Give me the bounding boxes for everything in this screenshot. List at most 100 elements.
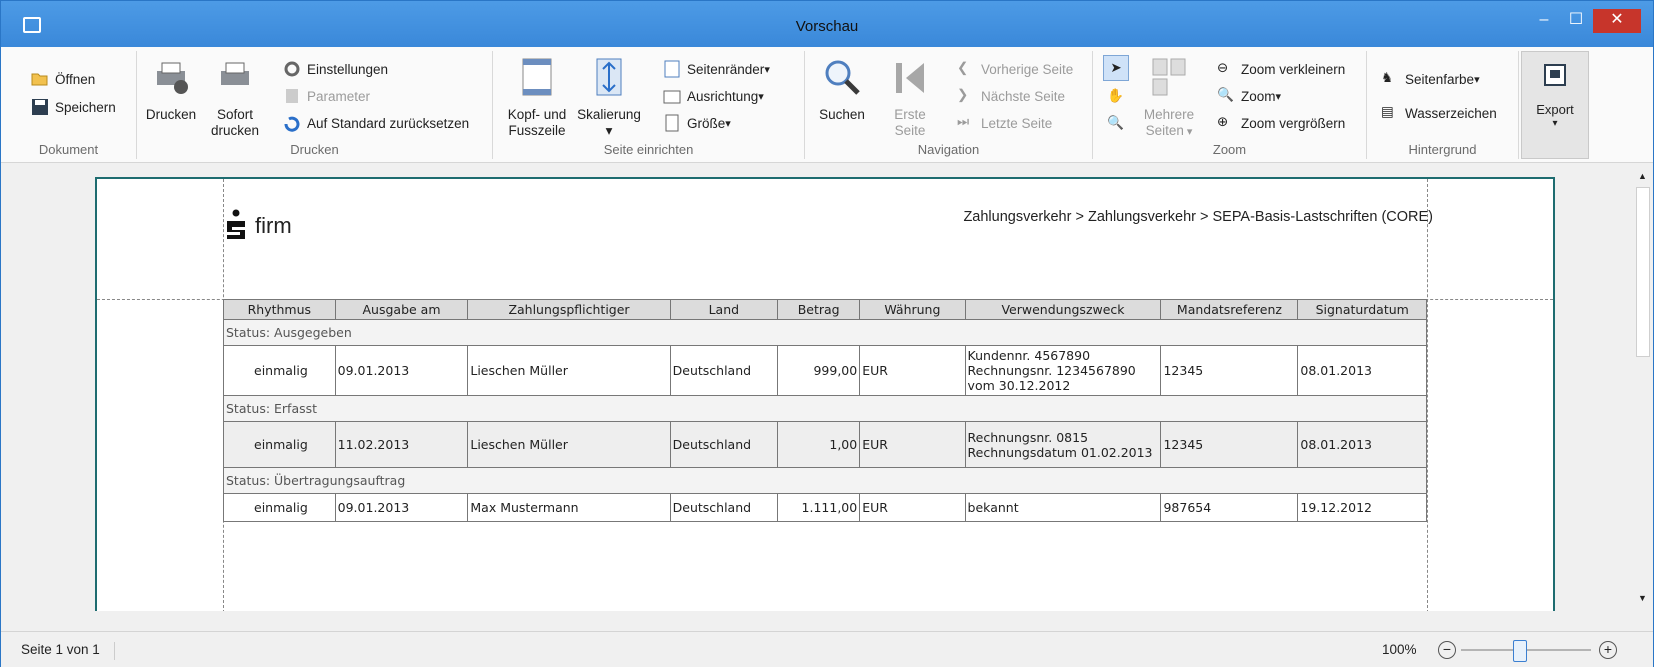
table-row: einmalig 11.02.2013 Lieschen Müller Deutsch… xyxy=(223,421,1427,468)
preview-area[interactable]: firm Zahlungsverkehr > Zahlungsverkehr >… xyxy=(1,163,1633,613)
zoom-slider-thumb[interactable] xyxy=(1512,640,1527,662)
size-dropdown[interactable]: Größe xyxy=(663,111,731,135)
zoom-level: 100% xyxy=(1382,642,1417,657)
print-now-button[interactable]: Sofort drucken xyxy=(207,57,263,139)
scroll-up-icon[interactable]: ▲ xyxy=(1638,171,1647,181)
ribbon: Öffnen Speichern Dokument Drucken Sofort… xyxy=(1,47,1653,163)
previous-page-button[interactable]: ❮ Vorherige Seite xyxy=(957,57,1073,81)
watermark-icon: ▤ xyxy=(1381,104,1394,119)
table-cell: 09.01.2013 xyxy=(334,493,469,522)
scaling-button[interactable]: Skalierung ▾ xyxy=(573,57,645,139)
close-button[interactable]: ✕ xyxy=(1593,9,1641,33)
chevron-left-icon: ❮ xyxy=(957,60,969,75)
multiple-pages-button[interactable]: Mehrere Seiten xyxy=(1139,57,1199,140)
zoom-icon: 🔍 xyxy=(1217,87,1234,102)
export-label: Export xyxy=(1536,102,1574,117)
first-page-icon xyxy=(896,63,924,93)
column-header: Verwendungszweck xyxy=(964,299,1162,320)
scroll-thumb[interactable] xyxy=(1636,187,1650,357)
minimize-button[interactable]: – xyxy=(1529,9,1559,33)
first-page-button[interactable]: Erste Seite xyxy=(885,57,935,139)
page-color-dropdown[interactable]: ♞ Seitenfarbe xyxy=(1381,67,1480,91)
next-page-label: Nächste Seite xyxy=(981,88,1066,104)
orientation-dropdown[interactable]: Ausrichtung xyxy=(663,84,764,108)
watermark-button[interactable]: ▤ Wasserzeichen xyxy=(1381,101,1497,125)
maximize-button[interactable]: ☐ xyxy=(1561,9,1591,33)
scaling-label: Skalierung xyxy=(577,107,641,122)
table-cell: 11.02.2013 xyxy=(334,421,469,468)
last-page-label: Letzte Seite xyxy=(981,115,1053,131)
table-cell: 987654 xyxy=(1160,493,1299,522)
magnifier-tool-button[interactable]: 🔍 xyxy=(1107,111,1124,135)
zoom-dropdown[interactable]: 🔍 Zoom xyxy=(1217,84,1281,108)
title-bar: Vorschau – ☐ ✕ xyxy=(1,1,1653,47)
horizontal-scrollbar[interactable] xyxy=(1,611,1633,631)
select-tool-button[interactable]: ➤ xyxy=(1103,55,1129,81)
report-breadcrumb: Zahlungsverkehr > Zahlungsverkehr > SEPA… xyxy=(963,209,1433,225)
window-title: Vorschau xyxy=(795,18,859,35)
vertical-scrollbar[interactable]: ▲ ▼ xyxy=(1633,163,1653,611)
export-button[interactable]: Export ▾ xyxy=(1521,51,1589,159)
multiple-pages-icon xyxy=(1152,58,1186,96)
group-seite-einrichten: Kopf- und Fusszeile Skalierung ▾ Seitenr… xyxy=(493,51,805,159)
print-button[interactable]: Drucken xyxy=(143,57,199,123)
export-icon xyxy=(1544,64,1566,86)
hand-tool-button[interactable]: ✋ xyxy=(1107,84,1124,108)
zoom-in-button[interactable]: ⊕ Zoom vergrößern xyxy=(1217,111,1345,135)
group-dokument: Öffnen Speichern Dokument xyxy=(1,51,137,159)
next-page-button[interactable]: ❯ Nächste Seite xyxy=(957,84,1065,108)
last-page-button[interactable]: ⏭ Letzte Seite xyxy=(957,111,1052,135)
search-icon xyxy=(825,60,860,95)
table-cell: EUR xyxy=(859,493,966,522)
header-footer-button[interactable]: Kopf- und Fusszeile xyxy=(503,57,571,139)
margins-icon xyxy=(664,60,680,78)
table-cell: 09.01.2013 xyxy=(334,345,469,396)
zoom-out-button[interactable]: ⊖ Zoom verkleinern xyxy=(1217,57,1345,81)
page-info: Seite 1 von 1 xyxy=(21,642,115,660)
chevron-right-icon: ❯ xyxy=(957,87,969,102)
quick-print-icon xyxy=(221,62,249,85)
group-label-hintergrund: Hintergrund xyxy=(1408,142,1477,157)
reset-button[interactable]: Auf Standard zurücksetzen xyxy=(283,111,469,135)
scroll-down-icon[interactable]: ▼ xyxy=(1638,593,1647,603)
group-label-navigation: Navigation xyxy=(917,142,980,157)
magnifier-icon: 🔍 xyxy=(1107,115,1124,130)
multiple-pages-label-2: Seiten xyxy=(1139,123,1199,140)
export-chevron-icon: ▾ xyxy=(1552,118,1558,129)
parameter-button[interactable]: Parameter xyxy=(283,84,370,108)
table-cell: 19.12.2012 xyxy=(1297,493,1427,522)
header-footer-icon xyxy=(522,58,552,96)
settings-button[interactable]: Einstellungen xyxy=(283,57,388,81)
table-cell: Deutschland xyxy=(669,421,779,468)
group-status-label: Status: Übertragungsauftrag xyxy=(223,467,1427,494)
orientation-label: Ausrichtung xyxy=(687,88,759,104)
column-header: Mandatsreferenz xyxy=(1160,299,1299,320)
zoom-minus-icon[interactable]: − xyxy=(1438,641,1456,659)
table-header-row: Rhythmus Ausgabe am Zahlungspflichtiger Lan… xyxy=(223,299,1427,320)
table-cell: 08.01.2013 xyxy=(1297,421,1427,468)
table-cell: Deutschland xyxy=(669,493,779,522)
zoom-in-icon: ⊕ xyxy=(1217,114,1229,129)
open-button[interactable]: Öffnen xyxy=(31,67,95,91)
save-label: Speichern xyxy=(55,99,116,115)
report-table: Rhythmus Ausgabe am Zahlungspflichtiger Lan… xyxy=(223,299,1427,522)
parameter-icon xyxy=(286,89,298,103)
group-label-dokument: Dokument xyxy=(38,142,99,157)
group-label-seite: Seite einrichten xyxy=(603,142,694,157)
margins-label: Seitenränder xyxy=(687,61,765,77)
table-cell: einmalig xyxy=(223,345,336,396)
zoom-out-icon: ⊖ xyxy=(1217,60,1229,75)
print-now-label-2: drucken xyxy=(210,123,260,138)
zoom-plus-icon[interactable]: + xyxy=(1599,641,1617,659)
column-header: Zahlungspflichtiger xyxy=(467,299,671,320)
search-button[interactable]: Suchen xyxy=(813,57,871,123)
column-header: Rhythmus xyxy=(223,299,336,320)
save-button[interactable]: Speichern xyxy=(31,95,116,119)
margins-dropdown[interactable]: Seitenränder xyxy=(663,57,770,81)
first-page-label-1: Erste xyxy=(894,107,926,122)
paint-bucket-icon: ♞ xyxy=(1381,70,1394,85)
zoom-in-label: Zoom vergrößern xyxy=(1241,115,1346,131)
folder-open-icon xyxy=(31,73,48,86)
previous-page-label: Vorherige Seite xyxy=(981,61,1074,77)
scaling-icon xyxy=(596,58,622,96)
